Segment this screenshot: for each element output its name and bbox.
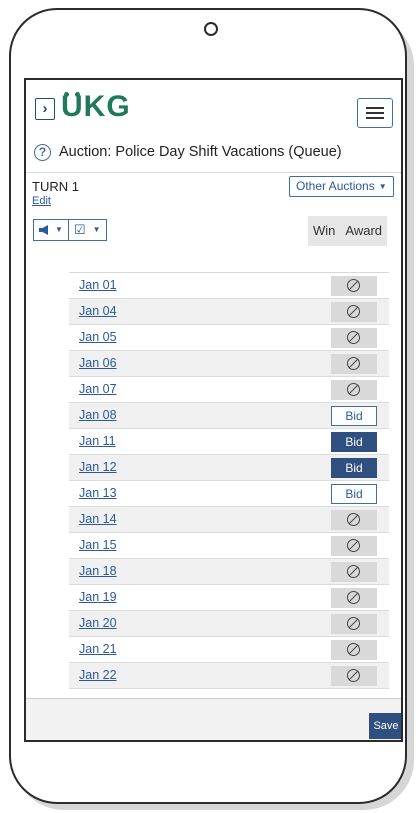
page-title: Auction: Police Day Shift Vacations (Que…: [59, 144, 342, 160]
other-auctions-label: Other Auctions: [296, 179, 375, 193]
award-button[interactable]: Award: [340, 216, 387, 246]
list-item: Jan 18: [69, 559, 389, 585]
date-link[interactable]: Jan 07: [79, 382, 117, 396]
date-link[interactable]: Jan 05: [79, 330, 117, 344]
announce-dropdown-button[interactable]: ▼: [33, 219, 69, 241]
ban-icon: [347, 617, 360, 630]
date-link[interactable]: Jan 13: [79, 486, 117, 500]
unavailable-cell: [331, 588, 377, 608]
date-link[interactable]: Jan 04: [79, 304, 117, 318]
unavailable-cell: [331, 666, 377, 686]
list-item: Jan 19: [69, 585, 389, 611]
list-item: Jan 12 Bid: [69, 455, 389, 481]
unavailable-cell: [331, 510, 377, 530]
divider: [26, 172, 401, 173]
list-item: Jan 14: [69, 507, 389, 533]
list-item: Jan 06: [69, 351, 389, 377]
unavailable-cell: [331, 380, 377, 400]
bid-button[interactable]: Bid: [331, 432, 377, 452]
win-award-toggle: Win Award: [308, 216, 388, 246]
megaphone-icon: [39, 225, 48, 235]
bid-button[interactable]: Bid: [331, 458, 377, 478]
caret-down-icon: ▼: [55, 225, 63, 234]
list-item: Jan 22: [69, 663, 389, 689]
date-list: Jan 01 Jan 04 Jan 05 Jan 06 Jan 07 Jan 08 Bid J…: [69, 272, 389, 689]
list-item: Jan 01: [69, 273, 389, 299]
edit-check-icon: ☑: [73, 222, 86, 237]
date-link[interactable]: Jan 14: [79, 512, 117, 526]
list-item: Jan 05: [69, 325, 389, 351]
unavailable-cell: [331, 354, 377, 374]
date-link[interactable]: Jan 06: [79, 356, 117, 370]
caret-down-icon: ▼: [378, 182, 387, 191]
date-link[interactable]: Jan 11: [79, 434, 116, 448]
ban-icon: [347, 539, 360, 552]
date-link[interactable]: Jan 19: [79, 590, 117, 604]
ban-icon: [347, 669, 360, 682]
title-row: ? Auction: Police Day Shift Vacations (Q…: [34, 142, 342, 162]
list-item: Jan 04: [69, 299, 389, 325]
hamburger-icon[interactable]: [357, 98, 393, 128]
ban-icon: [347, 643, 360, 656]
ban-icon: [347, 331, 360, 344]
other-auctions-dropdown[interactable]: Other Auctions ▼: [289, 176, 394, 197]
app-screen: › UKG ? Auction: Police Day Shift Vacati…: [24, 78, 403, 742]
ban-icon: [347, 565, 360, 578]
camera-icon: [204, 22, 218, 36]
ban-icon: [347, 383, 360, 396]
bid-button[interactable]: Bid: [331, 484, 377, 504]
bid-button[interactable]: Bid: [331, 406, 377, 426]
date-link[interactable]: Jan 15: [79, 538, 117, 552]
list-item: Jan 11 Bid: [69, 429, 389, 455]
date-link[interactable]: Jan 01: [79, 278, 117, 292]
edit-check-dropdown-button[interactable]: ☑ ▼: [68, 219, 107, 241]
list-item: Jan 20: [69, 611, 389, 637]
unavailable-cell: [331, 536, 377, 556]
list-item: Jan 08 Bid: [69, 403, 389, 429]
action-button-group: ▼ ☑ ▼: [33, 219, 107, 241]
edit-link[interactable]: Edit: [32, 195, 51, 207]
date-link[interactable]: Jan 20: [79, 616, 117, 630]
unavailable-cell: [331, 562, 377, 582]
caret-down-icon: ▼: [92, 225, 101, 234]
date-link[interactable]: Jan 08: [79, 408, 117, 422]
date-link[interactable]: Jan 18: [79, 564, 117, 578]
unavailable-cell: [331, 328, 377, 348]
ban-icon: [347, 305, 360, 318]
unavailable-cell: [331, 640, 377, 660]
win-button[interactable]: Win: [308, 216, 340, 246]
ban-icon: [347, 591, 360, 604]
date-link[interactable]: Jan 21: [79, 642, 117, 656]
list-item: Jan 13 Bid: [69, 481, 389, 507]
footer-bar: Save: [26, 698, 401, 740]
app-header: › UKG: [26, 80, 401, 134]
date-link[interactable]: Jan 22: [79, 668, 117, 682]
unavailable-cell: [331, 276, 377, 296]
list-item: Jan 15: [69, 533, 389, 559]
save-button[interactable]: Save: [369, 713, 401, 739]
ban-icon: [347, 279, 360, 292]
ban-icon: [347, 513, 360, 526]
date-link[interactable]: Jan 12: [79, 460, 117, 474]
unavailable-cell: [331, 614, 377, 634]
turn-label: TURN 1: [32, 179, 79, 194]
ukg-logo: UKG: [61, 90, 131, 123]
chevron-right-icon[interactable]: ›: [35, 98, 55, 120]
unavailable-cell: [331, 302, 377, 322]
ban-icon: [347, 357, 360, 370]
list-item: Jan 21: [69, 637, 389, 663]
question-icon[interactable]: ?: [34, 143, 51, 161]
list-item: Jan 07: [69, 377, 389, 403]
